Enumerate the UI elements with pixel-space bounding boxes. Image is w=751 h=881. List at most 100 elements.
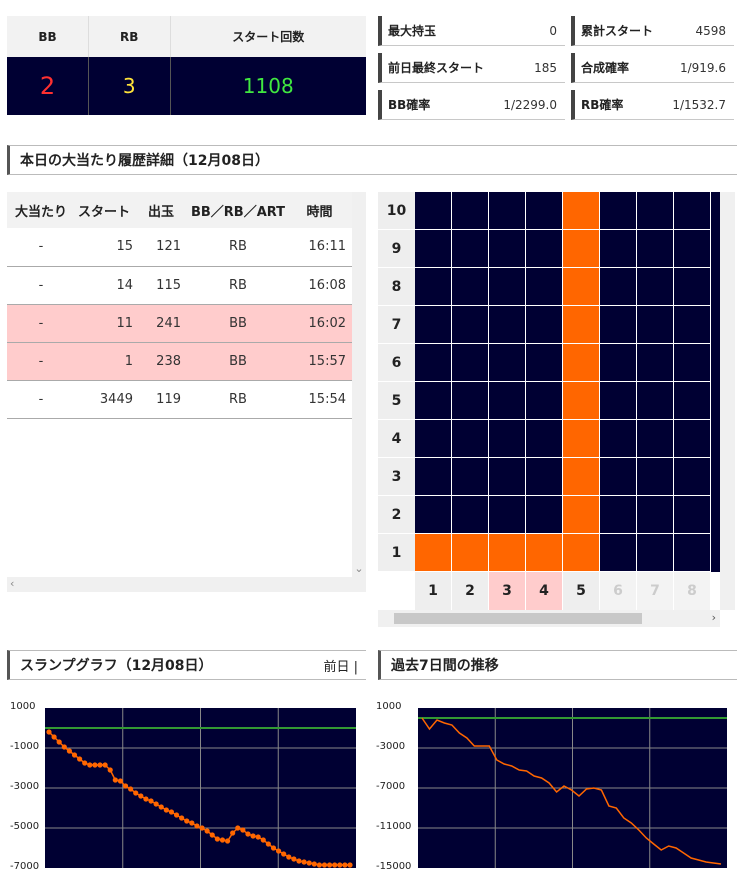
y-tick-label: -11000 (376, 821, 412, 832)
grid-row-label: 8 (378, 268, 415, 306)
cell-time: 16:11 (287, 228, 352, 267)
grid-day-label[interactable]: 2 (452, 572, 489, 610)
grid-vertical-scrollbar[interactable] (720, 192, 735, 610)
data-point (219, 837, 226, 843)
cell-out: 238 (133, 342, 189, 381)
grid-cell (452, 268, 489, 306)
start-header: スタート回数 (170, 16, 366, 57)
data-point (286, 854, 292, 860)
grid-cell (674, 268, 711, 306)
grid-day-label[interactable]: 8 (674, 572, 711, 610)
trend-svg (418, 708, 727, 868)
data-point (240, 827, 246, 833)
grid-cell (452, 230, 489, 268)
grid-cell (600, 306, 637, 344)
grid-cell (600, 382, 637, 420)
cell-type: RB (189, 380, 287, 419)
table-row: - 15 121 RB 16:11 (7, 228, 352, 267)
stat-rb-prob: RB確率 1/1532.7 (571, 90, 734, 120)
table-row: - 1 238 BB 15:57 (7, 342, 352, 381)
grid-cell (452, 306, 489, 344)
grid-cell (526, 420, 563, 458)
cell-time: 15:57 (287, 342, 352, 381)
grid-cell (674, 230, 711, 268)
rb-count: 3 (88, 57, 171, 115)
grid-day-label[interactable]: 6 (600, 572, 637, 610)
grid-cell (415, 382, 452, 420)
cell-hit: - (7, 304, 75, 343)
data-point (321, 862, 328, 868)
data-point (102, 762, 108, 768)
data-point (97, 762, 103, 768)
grid-cell (489, 192, 526, 230)
grid-day-label[interactable]: 1 (415, 572, 452, 610)
chevron-right-icon[interactable]: › (712, 611, 716, 624)
cell-start: 3449 (75, 380, 133, 419)
grid-row-label: 5 (378, 382, 415, 420)
grid-cell (563, 458, 600, 496)
grid-cell (489, 420, 526, 458)
cell-hit: - (7, 380, 75, 419)
data-point (107, 767, 113, 773)
cell-start: 14 (75, 266, 133, 305)
grid-horizontal-scrollbar[interactable]: › (378, 610, 720, 627)
grid-cell (452, 344, 489, 382)
grid-day-label[interactable]: 5 (563, 572, 600, 610)
stat-value: 185 (534, 60, 557, 75)
data-point (163, 807, 169, 813)
col-type: BB／RB／ART (189, 192, 287, 228)
grid-cell (415, 192, 452, 230)
data-point (158, 804, 164, 810)
data-point (82, 760, 88, 766)
y-tick-label: -15000 (376, 861, 412, 872)
data-point (56, 739, 62, 745)
col-hit: 大当たり (7, 192, 75, 228)
grid-cell (526, 382, 563, 420)
history-horizontal-scrollbar[interactable]: ‹ (7, 577, 366, 592)
y-tick-label: -5000 (10, 821, 40, 832)
stat-prev-start: 前日最終スタート 185 (378, 53, 565, 83)
grid-day-label[interactable]: 4 (526, 572, 563, 610)
chevron-left-icon[interactable]: ‹ (10, 577, 14, 590)
grid-day-label[interactable]: 3 (489, 572, 526, 610)
grid-cell (415, 306, 452, 344)
data-point (342, 862, 348, 868)
grid-day-label[interactable]: 7 (637, 572, 674, 610)
grid-cell (489, 382, 526, 420)
grid-cell (452, 420, 489, 458)
stat-value: 1/919.6 (679, 60, 726, 75)
grid-cell (526, 192, 563, 230)
grid-scroll-thumb[interactable] (394, 613, 642, 624)
history-vertical-scrollbar[interactable]: ⌄ (352, 192, 366, 577)
data-point (66, 748, 73, 754)
grid-cell (600, 192, 637, 230)
grid-cell (563, 534, 600, 572)
history-title: 本日の大当たり履歴詳細（12月08日） (7, 145, 737, 175)
grid-cell (489, 534, 526, 572)
prev-day-link[interactable]: 前日 | (323, 656, 358, 675)
grid-cell (674, 382, 711, 420)
stat-total-start: 累計スタート 4598 (571, 16, 734, 46)
data-point (332, 862, 338, 868)
data-point (168, 809, 175, 815)
stat-value: 1/2299.0 (503, 97, 557, 112)
grid-cell (489, 268, 526, 306)
cell-type: BB (189, 342, 287, 381)
grid-cell (563, 420, 600, 458)
stat-value: 4598 (695, 23, 726, 38)
table-row: - 11 241 BB 16:02 (7, 304, 352, 343)
chevron-down-icon[interactable]: ⌄ (352, 562, 366, 575)
grid-cell (600, 230, 637, 268)
cell-hit: - (7, 266, 75, 305)
grid-row-label: 4 (378, 420, 415, 458)
grid-row-label: 10 (378, 192, 415, 230)
series-line (421, 717, 722, 865)
slump-svg (45, 708, 356, 868)
grid-cell (674, 534, 711, 572)
data-point (51, 734, 57, 740)
data-point (224, 838, 231, 844)
data-point (337, 862, 343, 868)
data-point (184, 818, 190, 824)
data-point (112, 777, 118, 783)
grid-cell (563, 230, 600, 268)
